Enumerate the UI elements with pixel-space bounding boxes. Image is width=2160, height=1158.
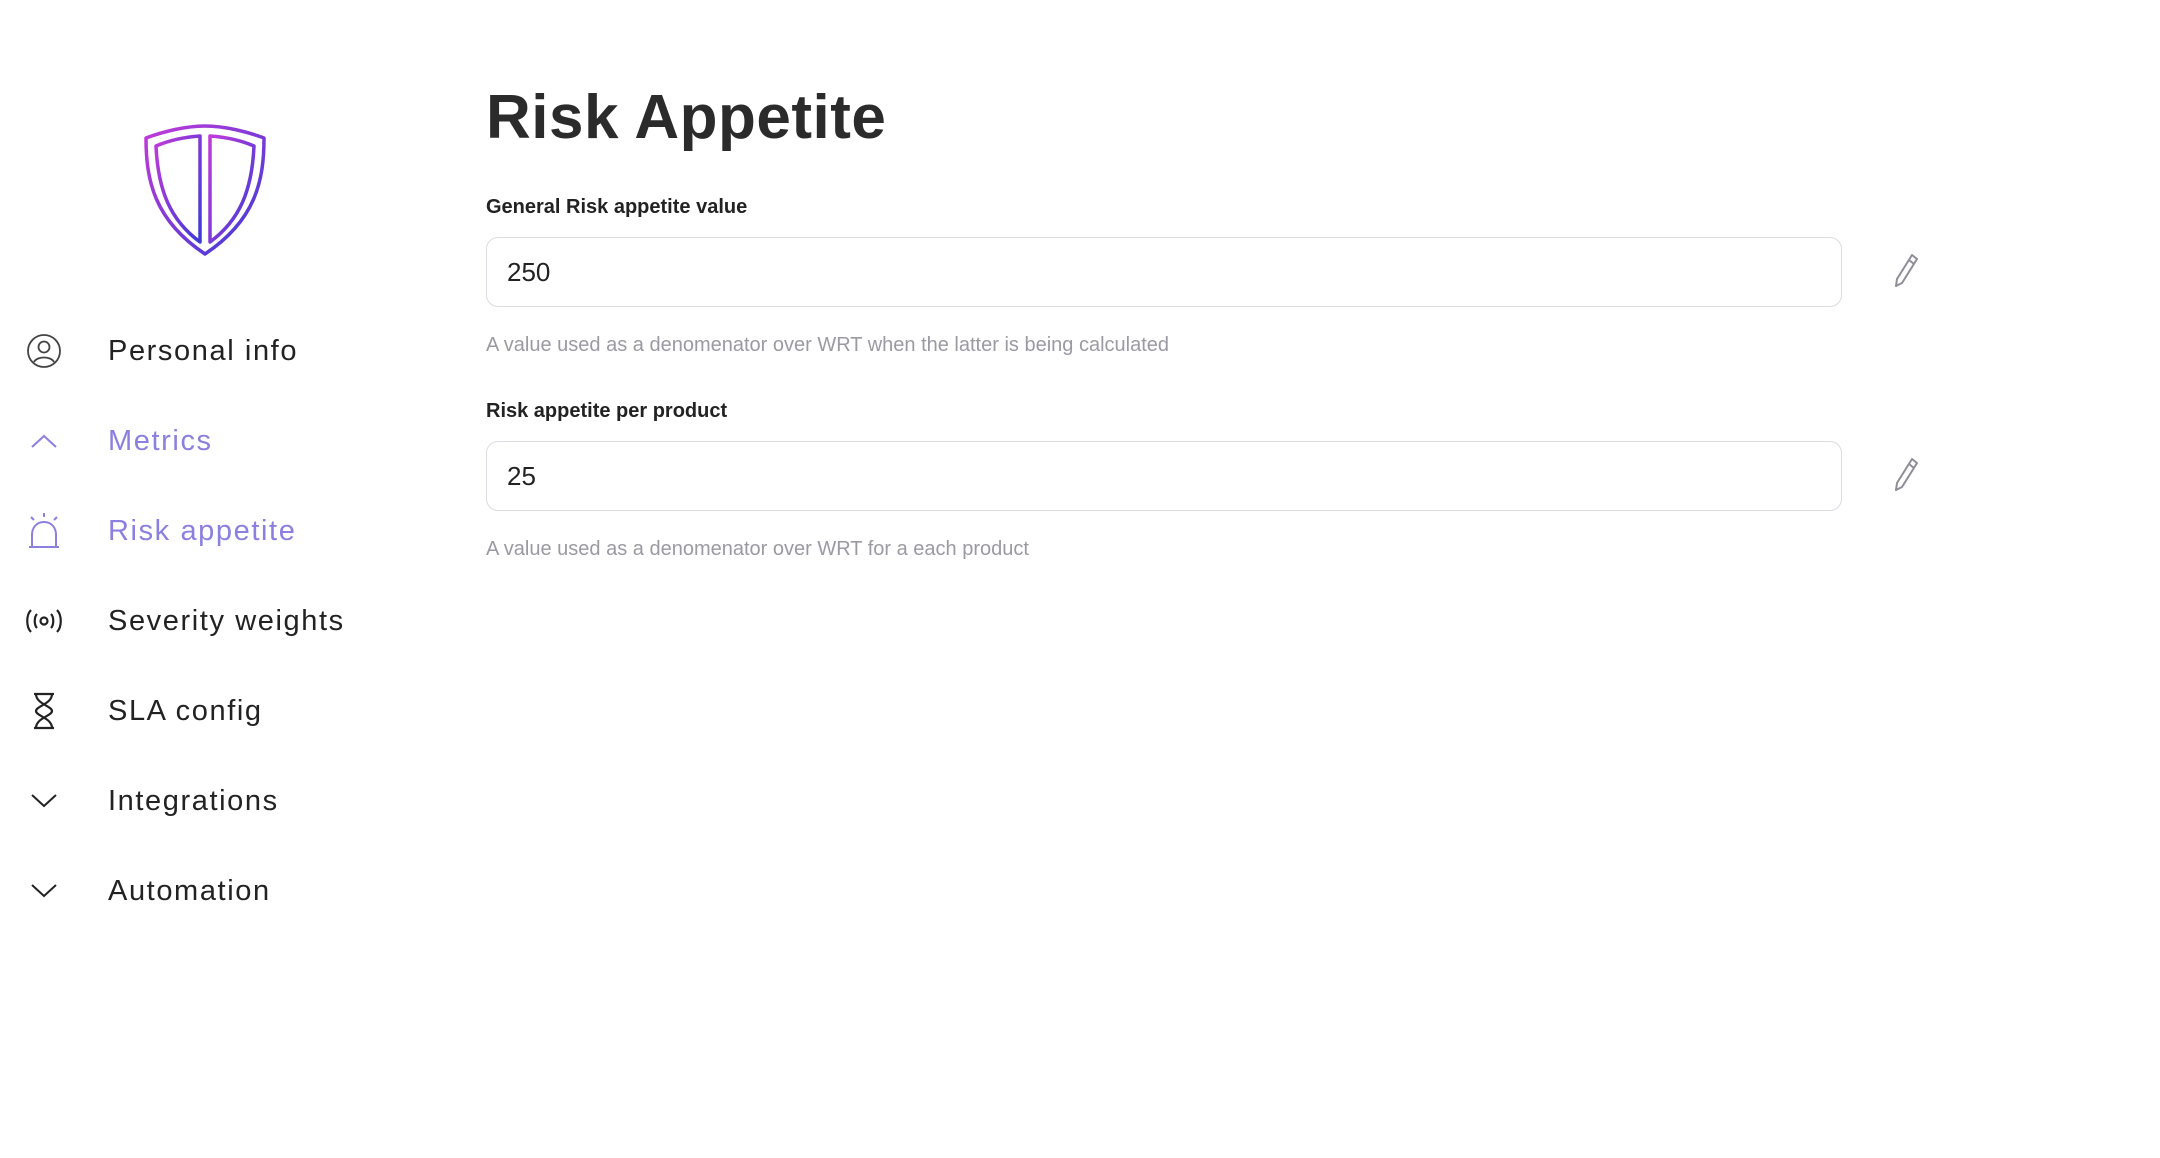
page-title: Risk Appetite: [486, 83, 887, 152]
edit-risk-appetite-per-product-button[interactable]: [1886, 456, 1926, 496]
alarm-bell-icon: [20, 507, 68, 555]
pencil-icon: [1892, 252, 1920, 293]
nav-item-integrations[interactable]: Integrations: [20, 756, 440, 846]
pencil-icon: [1892, 456, 1920, 497]
nav-label-risk-appetite: Risk appetite: [108, 514, 297, 547]
nav-item-metrics[interactable]: Metrics: [20, 396, 440, 486]
general-risk-appetite-label: General Risk appetite value: [486, 196, 748, 218]
nav-label-metrics: Metrics: [108, 424, 213, 457]
user-circle-icon: [20, 327, 68, 375]
nav-item-risk-appetite[interactable]: Risk appetite: [20, 486, 440, 576]
nav-item-automation[interactable]: Automation: [20, 846, 440, 936]
chevron-down-icon: [20, 777, 68, 825]
risk-appetite-per-product-help: A value used as a denomenator over WRT f…: [486, 538, 1029, 560]
risk-appetite-per-product-label: Risk appetite per product: [486, 400, 728, 422]
chevron-up-icon: [20, 417, 68, 465]
general-risk-appetite-help: A value used as a denomenator over WRT w…: [486, 334, 1169, 356]
app-root: Personal info Metrics Risk appetite Seve…: [0, 0, 2160, 1158]
nav-item-personal-info[interactable]: Personal info: [20, 306, 440, 396]
nav-item-sla-config[interactable]: SLA config: [20, 666, 440, 756]
shield-logo: [140, 120, 270, 260]
chevron-down-icon: [20, 867, 68, 915]
nav-label-sla-config: SLA config: [108, 694, 263, 727]
nav-label-personal-info: Personal info: [108, 334, 299, 367]
nav-label-automation: Automation: [108, 874, 271, 907]
sidebar: Personal info Metrics Risk appetite Seve…: [0, 0, 440, 1158]
settings-nav: Personal info Metrics Risk appetite Seve…: [20, 306, 440, 936]
nav-label-severity-weights: Severity weights: [108, 604, 345, 637]
nav-item-severity-weights[interactable]: Severity weights: [20, 576, 440, 666]
risk-appetite-per-product-input[interactable]: [486, 441, 1842, 511]
general-risk-appetite-input[interactable]: [486, 237, 1842, 307]
nav-label-integrations: Integrations: [108, 784, 279, 817]
broadcast-icon: [20, 597, 68, 645]
edit-general-risk-appetite-button[interactable]: [1886, 252, 1926, 292]
hourglass-icon: [20, 687, 68, 735]
